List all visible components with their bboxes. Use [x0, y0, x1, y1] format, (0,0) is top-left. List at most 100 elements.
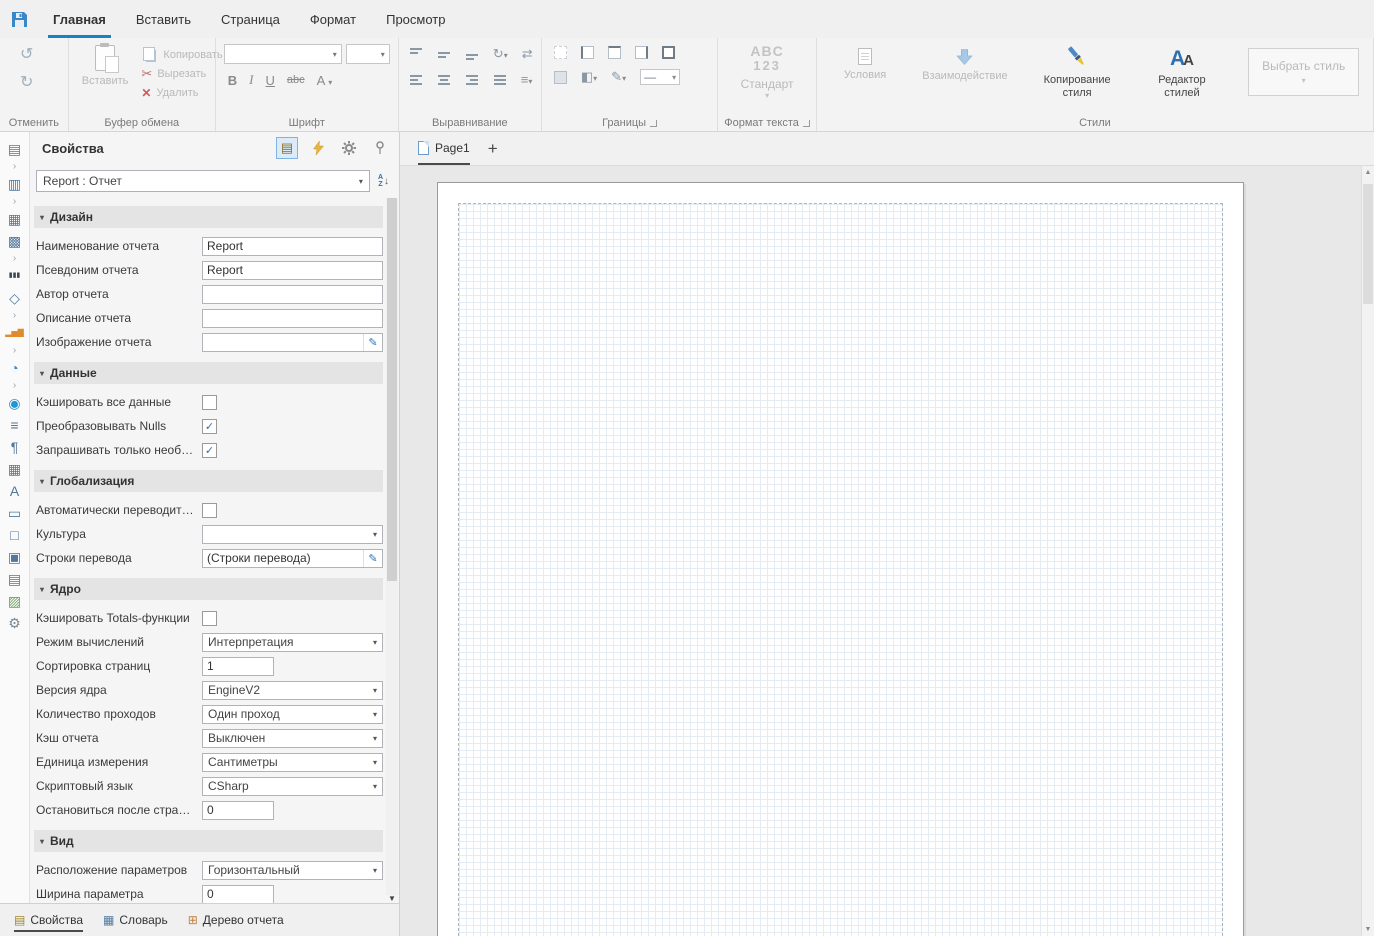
copy-button[interactable]: Копировать: [141, 47, 222, 62]
map-icon[interactable]: ◉: [8, 392, 20, 414]
tab-page[interactable]: Страница: [206, 0, 295, 38]
scrollbar-thumb[interactable]: [1363, 184, 1373, 304]
scrollbar-thumb[interactable]: [387, 198, 397, 581]
pin-panel-button[interactable]: [369, 137, 391, 159]
text-in-cells-icon[interactable]: ▦: [8, 458, 21, 480]
copy-style-button[interactable]: Копированиестиля: [1039, 42, 1116, 102]
canvas-scrollbar[interactable]: ▲ ▼: [1361, 166, 1374, 936]
report-name-input[interactable]: [202, 237, 383, 256]
container-icon[interactable]: ▣: [8, 546, 21, 568]
border-left-button[interactable]: [581, 46, 594, 59]
panel-icon[interactable]: ▭: [8, 502, 21, 524]
group-header-data[interactable]: ▾Данные: [34, 362, 383, 384]
bands-chevron-icon[interactable]: ›: [13, 160, 16, 173]
cache-all-data-checkbox[interactable]: [202, 395, 217, 410]
page-bands-chevron-icon[interactable]: ›: [13, 195, 16, 208]
chart-icon[interactable]: ▂▅▇: [5, 322, 23, 344]
border-color-button[interactable]: ✎▾: [611, 69, 626, 85]
parameters-orientation-select[interactable]: Горизонтальный▾: [202, 861, 383, 880]
select-style-button[interactable]: Выбрать стиль ▾: [1248, 48, 1359, 96]
shape-chevron-icon[interactable]: ›: [13, 309, 16, 322]
richtext-icon[interactable]: ¶: [11, 436, 19, 458]
stop-before-page-input[interactable]: [202, 801, 274, 820]
scroll-down-icon[interactable]: ▼: [386, 894, 398, 903]
cache-totals-checkbox[interactable]: [202, 611, 217, 626]
group-header-view[interactable]: ▾Вид: [34, 830, 383, 852]
number-of-passes-select[interactable]: Один проход▾: [202, 705, 383, 724]
align-left-button[interactable]: [409, 74, 423, 86]
report-page[interactable]: [437, 182, 1244, 936]
report-image-input[interactable]: [202, 333, 383, 352]
undo-button[interactable]: ↺: [20, 46, 33, 64]
font-size-select[interactable]: ▾: [346, 44, 390, 64]
style-editor-button[interactable]: AA Редактор стилей: [1142, 42, 1223, 102]
borders-dialog-launcher-icon[interactable]: [650, 120, 657, 127]
tab-insert[interactable]: Вставить: [121, 0, 206, 38]
barcode-icon[interactable]: ▮▮▮: [9, 265, 21, 287]
report-description-input[interactable]: [202, 309, 383, 328]
auto-localize-checkbox[interactable]: [202, 503, 217, 518]
group-header-engine[interactable]: ▾Ядро: [34, 578, 383, 600]
events-view-button[interactable]: [307, 137, 329, 159]
edit-globalization-strings-button[interactable]: ✎: [363, 550, 382, 567]
underline-button[interactable]: U: [266, 73, 275, 88]
tools-icon[interactable]: ⚙: [8, 612, 21, 634]
report-bands-icon[interactable]: ▤: [8, 138, 21, 160]
properties-view-button[interactable]: ▤: [276, 137, 298, 159]
border-top-button[interactable]: [608, 46, 621, 59]
align-center-button[interactable]: [437, 74, 451, 86]
align-right-button[interactable]: [465, 74, 479, 86]
convert-nulls-checkbox[interactable]: ✓: [202, 419, 217, 434]
table-icon[interactable]: ▦: [8, 208, 21, 230]
cut-button[interactable]: ✂Вырезать: [141, 66, 222, 82]
delete-button[interactable]: ✕Удалить: [141, 86, 222, 100]
pages-sort-input[interactable]: [202, 657, 274, 676]
page-icon[interactable]: □: [10, 524, 18, 546]
strikethrough-button[interactable]: abc: [287, 74, 305, 86]
border-none-button[interactable]: [554, 46, 567, 59]
image-text-icon[interactable]: A: [10, 480, 19, 502]
font-color-button[interactable]: A ▾: [317, 73, 333, 88]
italic-button[interactable]: I: [249, 72, 253, 88]
page-bands-icon[interactable]: ▥: [8, 173, 21, 195]
scroll-up-icon[interactable]: ▲: [1362, 169, 1374, 176]
align-middle-button[interactable]: [437, 48, 451, 60]
save-button[interactable]: [0, 0, 38, 38]
redo-button[interactable]: ↻: [20, 74, 33, 92]
conditions-button[interactable]: Условия: [839, 42, 891, 84]
engine-version-select[interactable]: EngineV2▾: [202, 681, 383, 700]
report-unit-select[interactable]: Сантиметры▾: [202, 753, 383, 772]
sort-properties-button[interactable]: AZ ↓: [378, 174, 389, 188]
shape-icon[interactable]: ◇: [9, 287, 20, 309]
report-author-input[interactable]: [202, 285, 383, 304]
globalization-strings-input[interactable]: [202, 549, 383, 568]
align-justify-button[interactable]: [493, 74, 507, 86]
text-format-standard-button[interactable]: Стандарт ▾: [741, 73, 794, 100]
image-icon[interactable]: ▨: [8, 590, 21, 612]
line-spacing-button[interactable]: ≡▾: [521, 72, 533, 87]
interaction-button[interactable]: Взаимодействие: [917, 42, 1012, 85]
rotate-text-button[interactable]: ↻▾: [493, 46, 508, 62]
paste-button[interactable]: Вставить: [77, 43, 134, 115]
tab-format[interactable]: Формат: [295, 0, 371, 38]
border-all-button[interactable]: [662, 46, 675, 59]
font-family-select[interactable]: ▾: [224, 44, 342, 64]
tab-report-tree[interactable]: ⊞Дерево отчета: [188, 904, 284, 936]
align-top-button[interactable]: [409, 48, 423, 60]
text-icon[interactable]: ≡: [10, 414, 18, 436]
add-page-button[interactable]: +: [488, 139, 498, 159]
info-card-icon[interactable]: ▤: [8, 568, 21, 590]
gauge-icon[interactable]: ◔: [10, 357, 18, 379]
tab-preview[interactable]: Просмотр: [371, 0, 460, 38]
chart-chevron-icon[interactable]: ›: [13, 344, 16, 357]
culture-select[interactable]: ▾: [202, 525, 383, 544]
script-language-select[interactable]: CSharp▾: [202, 777, 383, 796]
scroll-down-icon[interactable]: ▼: [1362, 926, 1374, 933]
crosstab-chevron-icon[interactable]: ›: [13, 252, 16, 265]
selected-object-select[interactable]: Report : Отчет ▾: [36, 170, 370, 192]
report-cache-select[interactable]: Выключен▾: [202, 729, 383, 748]
border-right-button[interactable]: [635, 46, 648, 59]
text-direction-button[interactable]: ⇄: [522, 46, 533, 62]
edit-image-button[interactable]: ✎: [363, 334, 382, 351]
page-grid-surface[interactable]: [458, 203, 1223, 936]
